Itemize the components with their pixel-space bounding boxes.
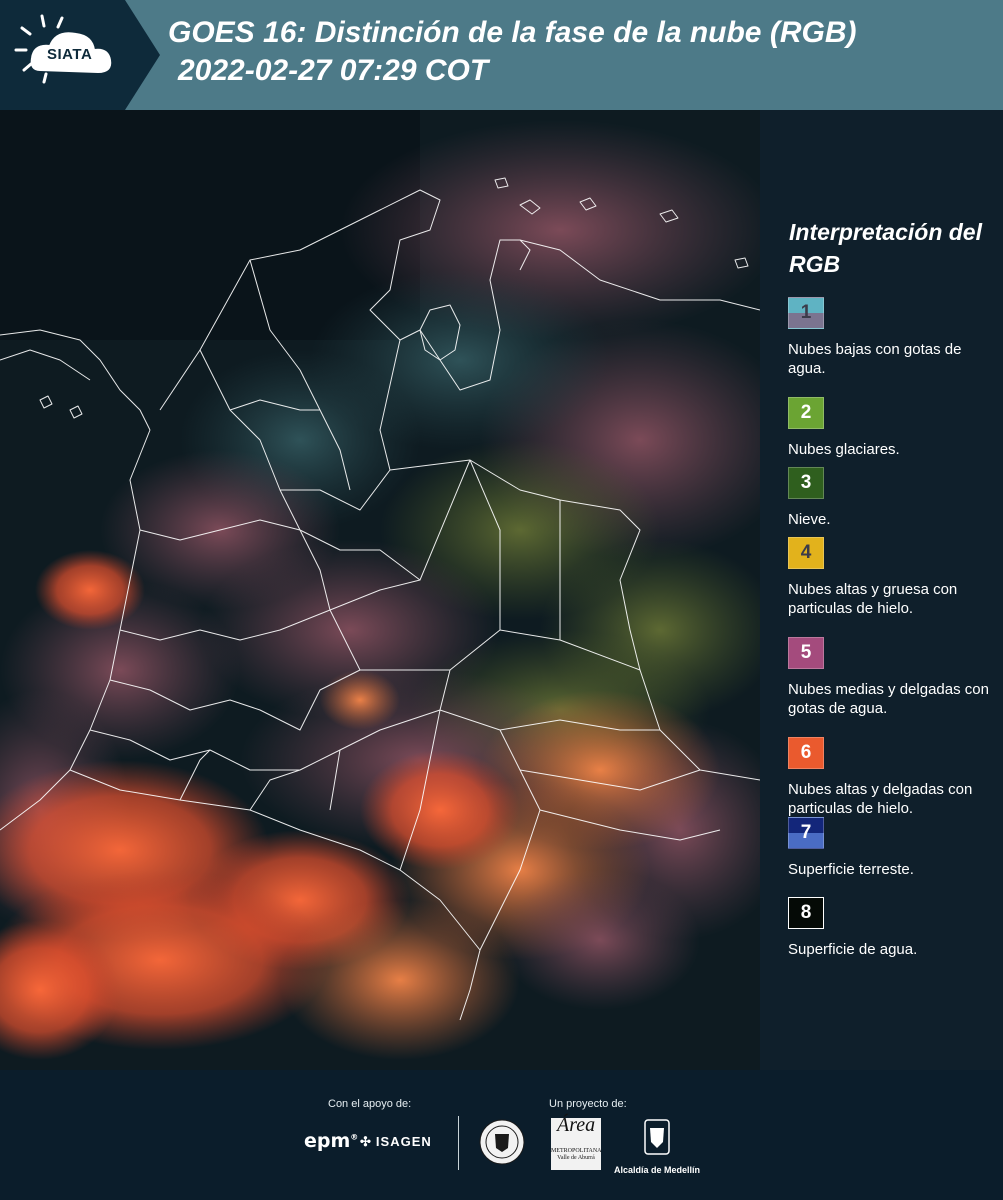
legend-item: 3 Nieve. xyxy=(788,467,1000,529)
legend-swatch-number: 6 xyxy=(800,742,812,763)
legend-label: Nubes bajas con gotas de agua. xyxy=(788,341,962,377)
alcaldia-logo-text: Alcaldía de Medellín xyxy=(613,1165,701,1175)
alcaldia-logo: Alcaldía de Medellín xyxy=(612,1118,702,1175)
legend-swatch: 2 xyxy=(788,397,824,429)
legend-swatch-number: 3 xyxy=(800,472,812,493)
legend-swatch-number: 4 xyxy=(800,542,812,563)
legend-swatch-number: 1 xyxy=(800,302,812,323)
legend-item: 7 Superficie terreste. xyxy=(788,817,1000,879)
legend-swatch: 8 xyxy=(788,897,824,929)
legend-label: Nubes altas y delgadas con particulas de… xyxy=(788,781,973,817)
legend-label: Nubes medias y delgadas con gotas de agu… xyxy=(788,681,989,717)
title-line-product: GOES 16: Distinción de la fase de la nub… xyxy=(168,16,857,49)
legend-swatch-number: 8 xyxy=(800,902,812,923)
footer-divider xyxy=(458,1116,459,1170)
legend-swatch: 1 xyxy=(788,297,824,329)
title-line-datetime: 2022-02-27 07:29 COT xyxy=(178,54,489,87)
legend-item: 5 Nubes medias y delgadas con gotas de ag… xyxy=(788,637,1000,718)
area-logo-sub: Valle de Aburrá xyxy=(557,1155,595,1161)
legend-label: Nieve. xyxy=(788,511,831,528)
medellin-shield-icon xyxy=(644,1119,670,1155)
satellite-map xyxy=(0,110,760,1070)
epm-logo: epm® xyxy=(304,1130,359,1152)
legend-swatch: 4 xyxy=(788,537,824,569)
isagen-logo: ✣ ISAGEN xyxy=(360,1134,432,1150)
legend-item: 1 Nubes bajas con gotas de agua. xyxy=(788,297,1000,378)
area-metropolitana-logo: Área METROPOLITANA Valle de Aburrá xyxy=(551,1114,602,1170)
legend-swatch-number: 7 xyxy=(800,822,812,843)
legend-label: Superficie terreste. xyxy=(788,861,914,878)
legend-panel: Interpretación del RGB 1 Nubes bajas con … xyxy=(760,110,1003,1070)
area-logo-script: Área xyxy=(557,1114,596,1136)
project-caption: Un proyecto de: xyxy=(549,1098,627,1110)
legend-swatch: 6 xyxy=(788,737,824,769)
university-seal-icon xyxy=(478,1118,526,1166)
legend-swatch-number: 2 xyxy=(800,402,812,423)
legend-label: Nubes altas y gruesa con particulas de h… xyxy=(788,581,958,617)
isagen-mark-icon: ✣ xyxy=(360,1134,372,1149)
isagen-logo-text: ISAGEN xyxy=(375,1134,432,1149)
legend-title: Interpretación del RGB xyxy=(789,219,982,277)
satellite-rgb-image xyxy=(0,110,760,1070)
epm-logo-text: epm xyxy=(304,1130,351,1152)
legend-label: Superficie de agua. xyxy=(788,941,918,958)
siata-logo-text: SIATA xyxy=(47,46,93,63)
legend-swatch: 5 xyxy=(788,637,824,669)
legend-item: 2 Nubes glaciares. xyxy=(788,397,1000,459)
siata-logo: SIATA xyxy=(0,0,160,110)
legend-swatch: 3 xyxy=(788,467,824,499)
legend-swatch-number: 5 xyxy=(800,642,812,663)
page-title: GOES 16: Distinción de la fase de la nub… xyxy=(168,14,988,90)
legend-label: Nubes glaciares. xyxy=(788,441,900,458)
legend-item: 8 Superficie de agua. xyxy=(788,897,1000,959)
legend-swatch: 7 xyxy=(788,817,824,849)
area-logo-name: METROPOLITANA xyxy=(551,1148,602,1154)
footer: Con el apoyo de: Un proyecto de: epm® ✣ I… xyxy=(0,1070,1003,1200)
legend-item: 4 Nubes altas y gruesa con particulas de … xyxy=(788,537,1000,618)
legend-item: 6 Nubes altas y delgadas con particulas d… xyxy=(788,737,1000,818)
header-banner: SIATA GOES 16: Distinción de la fase de … xyxy=(0,0,1003,110)
support-caption: Con el apoyo de: xyxy=(328,1098,412,1110)
